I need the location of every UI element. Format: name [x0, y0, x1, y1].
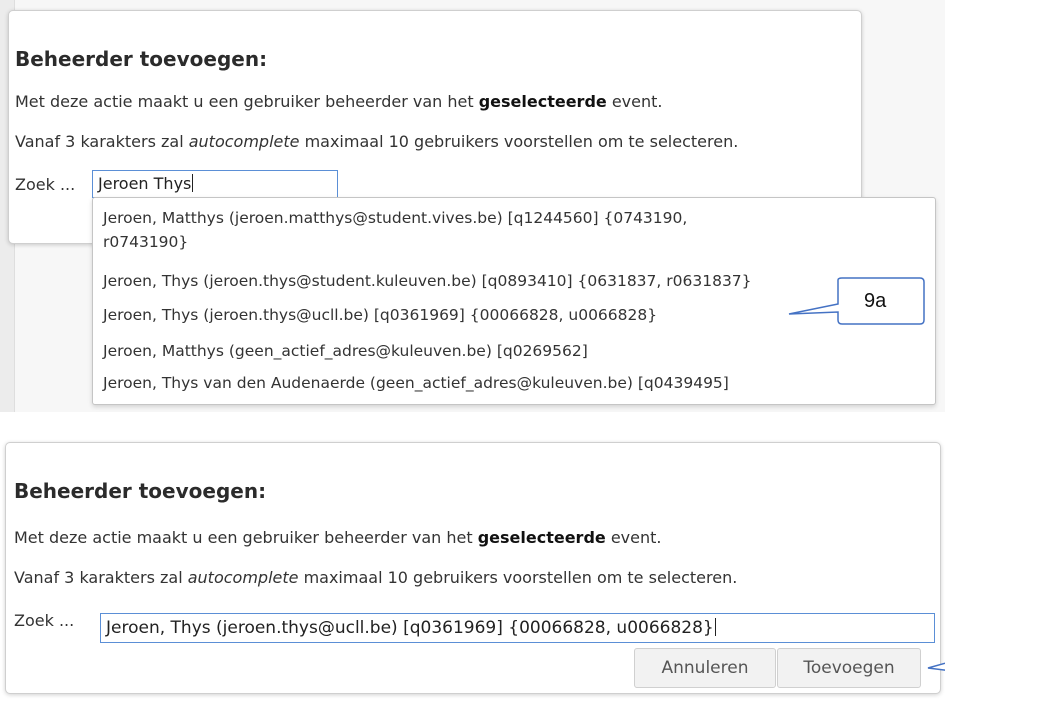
autocomplete-hint: Vanaf 3 karakters zal autocomplete maxim… [14, 568, 738, 587]
selected-event-emphasis: geselecteerde [477, 528, 606, 547]
dialog-title: Beheerder toevoegen: [15, 47, 268, 71]
dialog-title: Beheerder toevoegen: [14, 479, 267, 503]
suggestion-item-highlighted[interactable]: Jeroen, Thys (jeroen.thys@ucll.be) [q036… [103, 304, 657, 326]
add-admin-dialog: Beheerder toevoegen: Met deze actie maak… [5, 442, 941, 694]
add-button[interactable]: Toevoegen [777, 648, 921, 688]
suggestion-item[interactable]: Jeroen, Thys (jeroen.thys@student.kuleuv… [103, 270, 752, 292]
callout-9a-shape [788, 277, 925, 325]
search-input[interactable]: Jeroen, Thys (jeroen.thys@ucll.be) [q036… [100, 613, 935, 643]
cancel-button[interactable]: Annuleren [634, 648, 776, 688]
suggestion-item[interactable]: Jeroen, Thys van den Audenaerde (geen_ac… [103, 372, 729, 394]
dialog-description: Met deze actie maakt u een gebruiker beh… [15, 92, 663, 111]
search-label: Zoek ... [14, 611, 75, 630]
selected-event-emphasis: geselecteerde [478, 92, 607, 111]
callout-9b-shape [927, 662, 945, 671]
autocomplete-hint: Vanaf 3 karakters zal autocomplete maxim… [15, 132, 739, 151]
suggestion-item-continuation[interactable]: r0743190} [103, 231, 188, 253]
search-label: Zoek ... [15, 175, 76, 194]
suggestion-item[interactable]: Jeroen, Matthys (geen_actief_adres@kuleu… [103, 340, 588, 362]
callout-9a-label: 9a [864, 290, 887, 312]
screenshot-9a: Beheerder toevoegen: Met deze actie maak… [0, 0, 945, 412]
autocomplete-term: autocomplete [188, 132, 300, 151]
screenshot-9b: Beheerder toevoegen: Met deze actie maak… [0, 432, 945, 712]
autocomplete-term: autocomplete [187, 568, 299, 587]
search-input[interactable]: Jeroen Thys [92, 170, 338, 198]
text-caret [714, 618, 716, 636]
suggestion-item[interactable]: Jeroen, Matthys (jeroen.matthys@student.… [103, 207, 687, 229]
dialog-description: Met deze actie maakt u een gebruiker beh… [14, 528, 662, 547]
text-caret [192, 174, 194, 192]
